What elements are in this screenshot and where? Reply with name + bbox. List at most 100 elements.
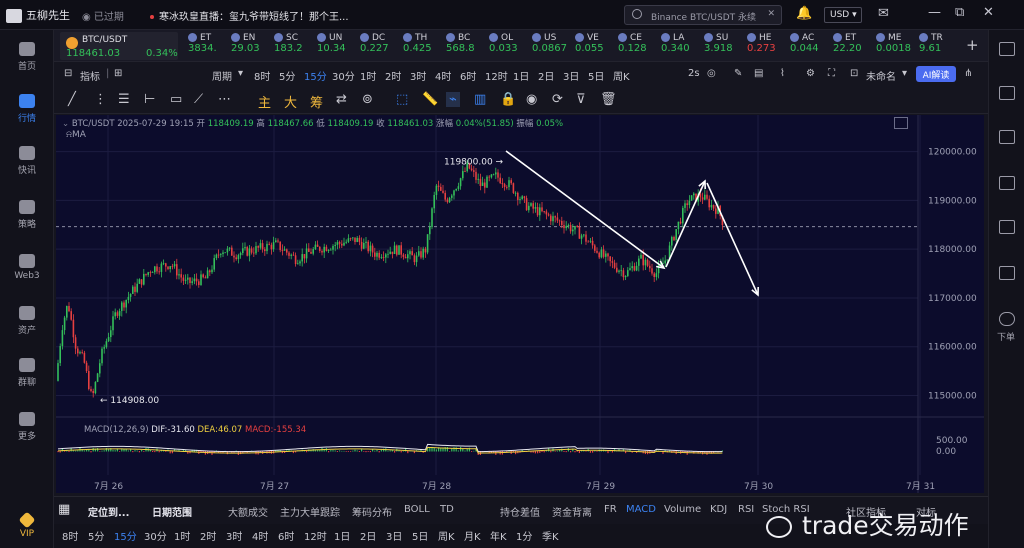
lock-icon[interactable]: 🔒 — [500, 92, 516, 107]
ticker-item[interactable]: CE 0.128 — [618, 33, 664, 54]
chevron-down-icon[interactable]: ▾ — [238, 68, 243, 79]
large-order-button[interactable]: 大 — [284, 92, 297, 111]
macd-header[interactable]: MACD(12,26,9) DIF:-31.60 DEA:46.07 MACD:… — [84, 425, 306, 435]
share-icon[interactable]: ⋔ — [964, 68, 972, 79]
close-icon[interactable]: ✕ — [983, 5, 994, 20]
chips-button[interactable]: 筹 — [310, 92, 323, 111]
unnamed-layout[interactable]: 未命名 — [866, 68, 896, 83]
indicator-tab-10[interactable]: MACD — [626, 504, 656, 515]
orderbook-icon[interactable] — [999, 86, 1015, 100]
interval-6[interactable]: 3时 — [410, 68, 426, 83]
interval-7[interactable]: 4时 — [435, 68, 451, 83]
mail-icon[interactable]: ✉ — [878, 6, 889, 21]
template-icon[interactable]: ▤ — [754, 68, 763, 79]
minimize-icon[interactable]: — — [928, 5, 941, 20]
period-6[interactable]: 3时 — [226, 528, 242, 543]
calendar-icon[interactable]: ▦ — [58, 502, 70, 517]
filter-icon[interactable]: ⊽ — [576, 92, 586, 107]
chart-area[interactable]: 119800.00 → ← 114908.00 120000.00 119000.0… — [56, 115, 984, 493]
clear-icon[interactable]: ✕ — [767, 9, 775, 19]
trendline-icon[interactable]: ╱ — [68, 92, 76, 107]
pencil-icon[interactable]: ✎ — [734, 68, 742, 79]
bell-icon[interactable]: 🔔 — [796, 6, 812, 21]
maximize-icon[interactable]: ⧉ — [955, 5, 964, 20]
nav-item-8[interactable]: VIP — [0, 511, 54, 539]
collapse-icon[interactable]: ⌄ — [62, 119, 69, 129]
chart-fullscreen-icon[interactable] — [894, 117, 908, 129]
ticker-main[interactable]: BTC/USDT 118461.03 0.34% — [60, 32, 178, 60]
indicator-tab-5[interactable]: BOLL — [404, 504, 430, 515]
indicator-tab-12[interactable]: KDJ — [710, 504, 727, 515]
nav-item-4[interactable]: Web3 — [0, 254, 54, 281]
period-button[interactable]: 周期 — [212, 68, 232, 83]
period-11[interactable]: 2日 — [360, 528, 376, 543]
lock-chart-icon[interactable]: ⊚ — [362, 92, 373, 107]
nav-item-2[interactable]: 快讯 — [0, 146, 54, 176]
period-9[interactable]: 12时 — [304, 528, 327, 543]
period-8[interactable]: 6时 — [278, 528, 294, 543]
ticker-item[interactable]: DC 0.227 — [360, 33, 406, 54]
main-force-button[interactable]: 主 — [258, 92, 271, 111]
period-18[interactable]: 季K — [542, 528, 559, 543]
indicator-tab-4[interactable]: 筹码分布 — [352, 504, 392, 519]
ticker-item[interactable]: VE 0.055 — [575, 33, 621, 54]
interval-0[interactable]: 8时 — [254, 68, 270, 83]
trash-icon[interactable]: 🗑 — [600, 92, 617, 107]
eye-icon[interactable]: ◉ — [526, 92, 537, 107]
list-icon[interactable] — [999, 220, 1015, 234]
add-ticker-button[interactable]: + — [966, 36, 979, 54]
interval-10[interactable]: 1日 — [513, 68, 529, 83]
interval-13[interactable]: 5日 — [588, 68, 604, 83]
brush-icon[interactable]: ⟳ — [552, 92, 563, 107]
trend-icon[interactable] — [999, 176, 1015, 190]
period-5[interactable]: 2时 — [200, 528, 216, 543]
nav-item-5[interactable]: 资产 — [0, 306, 54, 336]
ticker-item[interactable]: UN 10.34 — [317, 33, 363, 54]
ticker-item[interactable]: SU 3.918 — [704, 33, 750, 54]
period-3[interactable]: 30分 — [144, 528, 167, 543]
nav-item-7[interactable]: 更多 — [0, 412, 54, 442]
indicator-button[interactable]: 指标 — [80, 68, 100, 83]
interval-1[interactable]: 5分 — [279, 68, 295, 83]
interval-3[interactable]: 30分 — [332, 68, 355, 83]
more-icon[interactable]: ⋯ — [218, 92, 231, 107]
history-icon[interactable] — [999, 266, 1015, 280]
subscription-status[interactable]: ◉ 已过期 — [82, 8, 124, 23]
candlestick-chart[interactable]: 119800.00 → ← 114908.00 120000.00 119000.0… — [56, 115, 984, 493]
interval-14[interactable]: 周K — [613, 68, 630, 83]
interval-9[interactable]: 12时 — [485, 68, 508, 83]
period-10[interactable]: 1日 — [334, 528, 350, 543]
indicator-tab-9[interactable]: FR — [604, 504, 617, 515]
period-1[interactable]: 5分 — [88, 528, 104, 543]
indicator-tab-8[interactable]: 资金背离 — [552, 504, 592, 519]
indicator-tab-13[interactable]: RSI — [738, 504, 754, 515]
ray-icon[interactable]: ⟋ — [194, 92, 203, 107]
compare-icon[interactable]: ⊞ — [114, 68, 122, 79]
period-2[interactable]: 15分 — [114, 528, 137, 543]
ticker-item[interactable]: TH 0.425 — [403, 33, 449, 54]
period-15[interactable]: 月K — [464, 528, 481, 543]
ticker-item[interactable]: OL 0.033 — [489, 33, 535, 54]
interval-8[interactable]: 6时 — [460, 68, 476, 83]
ticker-item[interactable]: US 0.0867 — [532, 33, 578, 54]
settings-icon[interactable]: ⊟ — [64, 68, 72, 79]
ticker-item[interactable]: HE 0.273 — [747, 33, 793, 54]
news-ticker[interactable]: 寒冰玖皇直播：玺九爷带短线了！那个王... — [150, 8, 349, 23]
ticker-item[interactable]: AC 0.044 — [790, 33, 836, 54]
search-input[interactable]: Binance BTC/USDT 永续 ✕ — [624, 5, 782, 25]
layout-icon[interactable]: ⊡ — [850, 68, 858, 79]
ticker-item[interactable]: LA 0.340 — [661, 33, 707, 54]
nav-item-1[interactable]: 行情 — [0, 94, 54, 124]
ticker-item[interactable]: SC 183.2 — [274, 33, 320, 54]
horizontal-line-icon[interactable]: ⊢ — [144, 92, 155, 107]
interval-5[interactable]: 2时 — [385, 68, 401, 83]
indicator-tab-7[interactable]: 持仓差值 — [500, 504, 540, 519]
ruler-icon[interactable]: 📏 — [422, 92, 438, 107]
period-12[interactable]: 3日 — [386, 528, 402, 543]
period-14[interactable]: 周K — [438, 528, 455, 543]
indicator-tab-1[interactable]: 日期范围 — [152, 504, 192, 519]
ticker-item[interactable]: ET 22.20 — [833, 33, 879, 54]
nav-item-6[interactable]: 群聊 — [0, 358, 54, 388]
measure-icon[interactable]: ▥ — [474, 92, 486, 107]
gear-icon[interactable]: ⚙ — [806, 68, 815, 79]
